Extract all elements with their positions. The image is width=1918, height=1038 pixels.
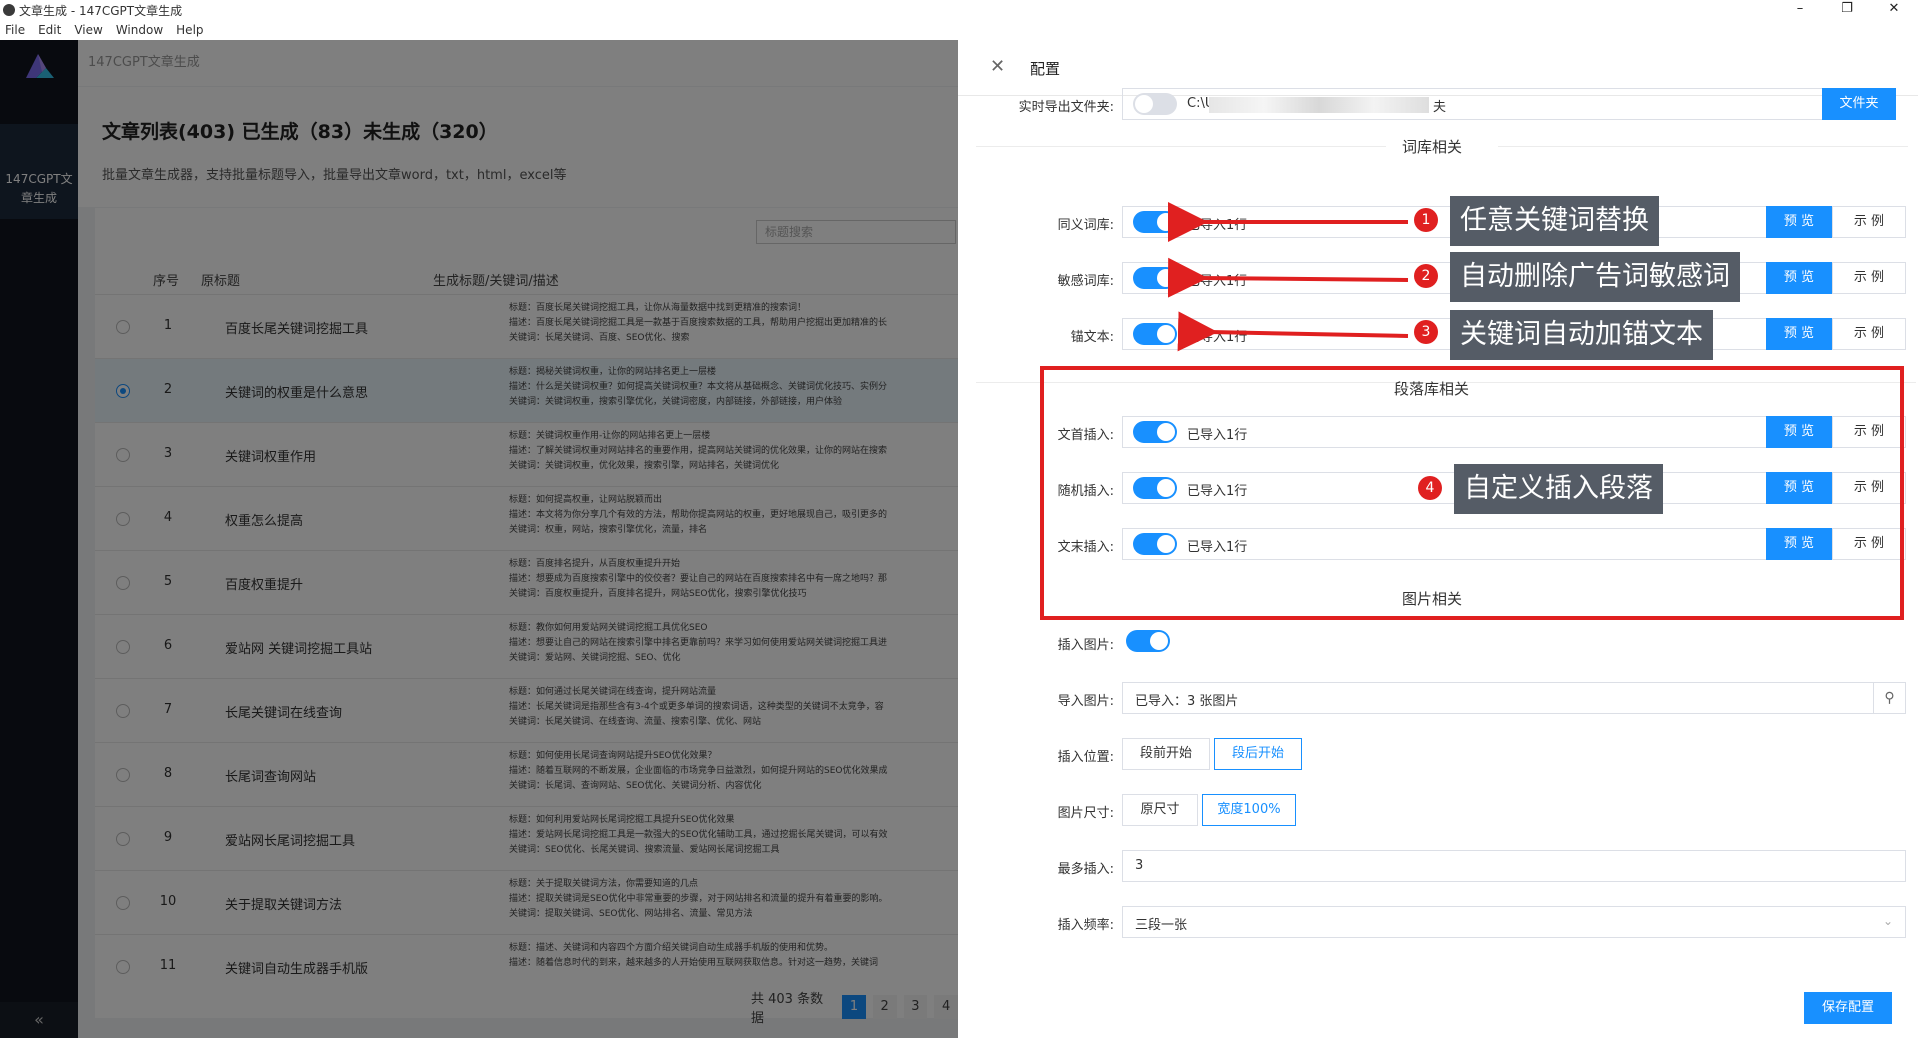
annotation-arrows: [1167, 202, 1409, 352]
annotation-badge-2: 2: [1414, 264, 1438, 288]
annotation-badge-1: 1: [1414, 208, 1438, 232]
annotation-callout-1: 任意关键词替换: [1450, 196, 1659, 246]
arrow-2: [1167, 257, 1409, 298]
annotation-callout-3: 关键词自动加锚文本: [1450, 310, 1713, 360]
annotation-badge-3: 3: [1414, 320, 1438, 344]
arrow-3: [1177, 311, 1409, 352]
annotation-callout-2: 自动删除广告词敏感词: [1450, 252, 1740, 302]
annotation-callout-4: 自定义插入段落: [1454, 464, 1663, 514]
annotation-badge-4: 4: [1418, 476, 1442, 500]
